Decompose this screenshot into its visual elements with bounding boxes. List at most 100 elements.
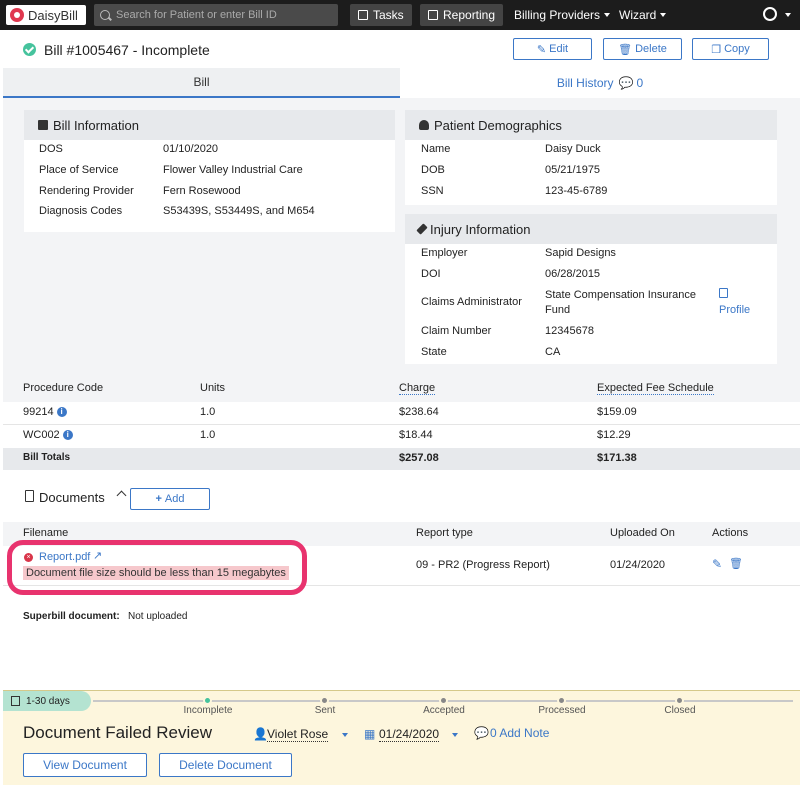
wizard-menu[interactable]: Wizard	[611, 4, 674, 26]
expected-fee-header[interactable]: Expected Fee Schedule	[597, 382, 714, 395]
tab-bill[interactable]: Bill	[3, 68, 400, 98]
aging-badge: 1-30 days	[3, 691, 91, 711]
charge-header[interactable]: Charge	[399, 382, 436, 395]
status-title: Document Failed Review	[23, 723, 212, 742]
superbill-label: Superbill document:	[23, 611, 120, 622]
check-circle-icon	[23, 43, 36, 56]
delete-button[interactable]: 🗑 Delete	[603, 38, 682, 60]
chevron-down-icon[interactable]	[785, 13, 791, 17]
daisybill-logo[interactable]: DaisyBill	[6, 5, 86, 25]
copy-button[interactable]: ❐ Copy	[692, 38, 769, 60]
procedure-code: WC002	[23, 429, 60, 441]
uploaded-on-header: Uploaded On	[610, 527, 675, 539]
wizard-label: Wizard	[619, 8, 657, 22]
report-type-header: Report type	[416, 527, 473, 539]
stage-accepted-label: Accepted	[423, 705, 465, 716]
add-note-link[interactable]: 0 Add Note	[490, 726, 549, 740]
bill-info-title: Bill Information	[53, 117, 139, 133]
chevron-down-icon	[604, 13, 611, 17]
dos-value: 01/10/2020	[163, 143, 219, 155]
procedure-code-cell: 99214 i	[23, 406, 67, 418]
trash-icon[interactable]: 🗑	[729, 557, 743, 570]
stage-processed-label: Processed	[538, 705, 586, 716]
bandage-icon	[416, 223, 428, 235]
person-icon: 👤	[253, 727, 268, 741]
profile-icon[interactable]	[719, 288, 728, 298]
place-of-service-label: Place of Service	[39, 164, 119, 176]
person-icon	[419, 120, 429, 130]
reporting-button[interactable]: Reporting	[420, 4, 504, 26]
edit-button[interactable]: ✎ Edit	[513, 38, 592, 60]
info-icon[interactable]: i	[62, 430, 73, 441]
list-icon	[38, 120, 48, 130]
tab-history-label: Bill History	[556, 76, 614, 90]
view-document-button[interactable]: View Document	[23, 753, 147, 777]
employer-value: Sapid Designs	[545, 247, 616, 259]
diagnosis-codes-value: S53439S, S53449S, and M654	[163, 205, 315, 217]
bill-information-panel: Bill Information DOS 01/10/2020 Place of…	[24, 110, 395, 232]
delete-document-button[interactable]: Delete Document	[159, 753, 292, 777]
assignee-dropdown[interactable]: Violet Rose	[267, 727, 329, 742]
chevron-down-icon[interactable]	[452, 733, 458, 737]
employer-label: Employer	[421, 247, 468, 259]
ssn-label: SSN	[421, 185, 444, 197]
stage-closed-dot	[675, 696, 684, 705]
pencil-icon[interactable]: ✎	[712, 557, 722, 571]
chevron-down-icon[interactable]	[342, 733, 348, 737]
billing-providers-menu[interactable]: Billing Providers	[506, 4, 618, 26]
pencil-icon: ✎	[536, 43, 547, 56]
table-row: 99214 i 1.0 $238.64 $159.09	[3, 402, 800, 425]
claims-admin-label: Claims Administrator	[421, 296, 522, 308]
chevron-up-icon[interactable]	[116, 490, 127, 501]
procedure-code-header: Procedure Code	[23, 382, 104, 394]
rendering-provider-label: Rendering Provider	[39, 185, 134, 197]
uploaded-on-cell: 01/24/2020	[610, 559, 666, 571]
documents-title: Documents	[39, 490, 105, 505]
user-account-icon[interactable]	[763, 7, 777, 21]
tab-bill-history[interactable]: Bill History 💬 0	[400, 68, 800, 98]
tasks-button[interactable]: Tasks	[350, 4, 412, 26]
stage-incomplete-label: Incomplete	[183, 705, 233, 716]
claim-number-label: Claim Number	[421, 325, 492, 337]
doi-value: 06/28/2015	[545, 268, 601, 280]
state-label: State	[421, 346, 447, 358]
search-box	[94, 4, 338, 26]
comment-icon: 💬	[474, 726, 489, 740]
dos-label: DOS	[39, 143, 63, 155]
injury-title: Injury Information	[430, 221, 531, 237]
pdf-file-icon	[25, 490, 34, 502]
search-input[interactable]	[116, 9, 326, 21]
tasks-label: Tasks	[373, 8, 404, 22]
delete-label: Delete	[635, 43, 667, 55]
tab-bill-label: Bill	[193, 75, 210, 89]
expected-cell: $12.29	[597, 429, 631, 441]
trash-icon: 🗑	[618, 43, 633, 56]
diagnosis-codes-label: Diagnosis Codes	[39, 205, 123, 217]
patient-title: Patient Demographics	[434, 117, 562, 133]
chevron-down-icon	[660, 13, 667, 17]
reporting-label: Reporting	[443, 8, 496, 22]
documents-section: Documents + Add Filename Report type Uplo…	[3, 470, 800, 690]
clipboard-check-icon	[11, 696, 20, 706]
info-icon[interactable]: i	[56, 407, 67, 418]
total-expected: $171.38	[597, 452, 637, 464]
stage-processed-dot	[557, 696, 566, 705]
date-dropdown[interactable]: 01/24/2020	[379, 727, 440, 742]
daisy-logo-icon	[10, 8, 24, 22]
history-count: 0	[636, 76, 644, 90]
charge-cell: $18.44	[399, 429, 433, 441]
billing-providers-label: Billing Providers	[514, 8, 601, 22]
edit-label: Edit	[549, 43, 569, 55]
panel-header: Bill Information	[24, 110, 395, 140]
add-document-button[interactable]: + Add	[130, 488, 210, 510]
search-icon	[100, 10, 110, 20]
rendering-provider-value: Fern Rosewood	[163, 185, 241, 197]
bill-tabs: Bill Bill History 💬 0	[3, 68, 800, 98]
plus-icon: +	[155, 493, 162, 505]
profile-link[interactable]: Profile	[719, 304, 750, 316]
expected-cell: $159.09	[597, 406, 637, 418]
superbill-value: Not uploaded	[128, 611, 188, 622]
bill-totals-row: Bill Totals $257.08 $171.38	[3, 448, 800, 470]
procedure-code-cell: WC002 i	[23, 429, 73, 441]
filename-header: Filename	[23, 527, 69, 539]
